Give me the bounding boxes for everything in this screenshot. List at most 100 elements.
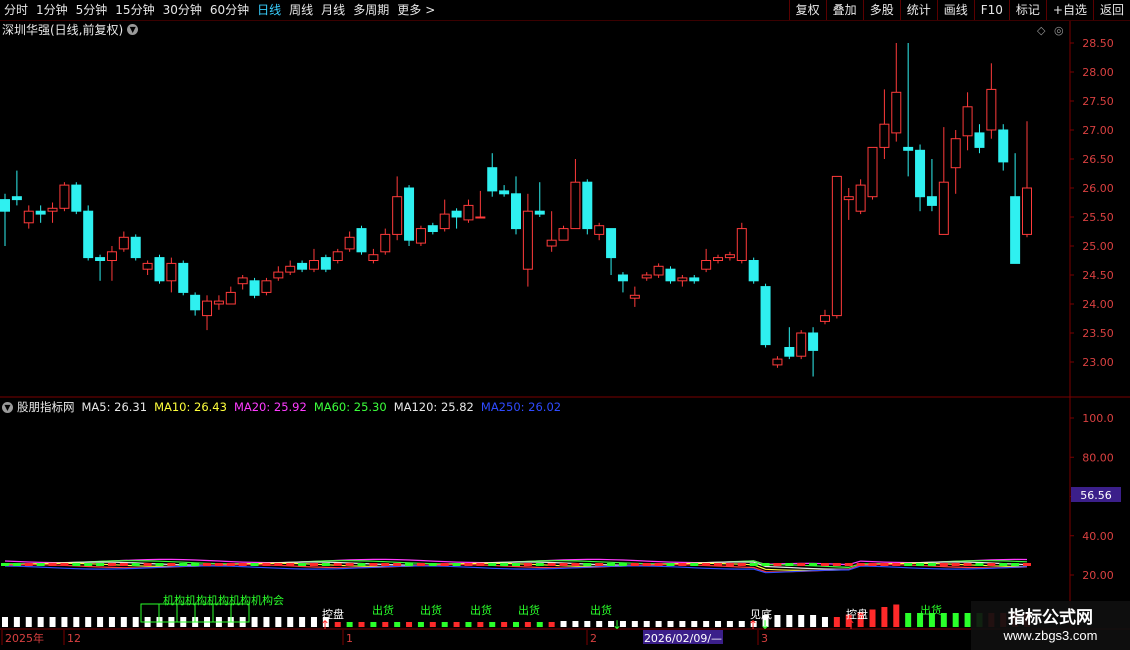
period-tab-4[interactable]: 30分钟 <box>159 0 206 20</box>
signal-bar <box>132 617 139 627</box>
ribbon-bar <box>476 563 485 566</box>
candle[interactable] <box>261 277 272 296</box>
price-tick-label: 26.00 <box>1082 182 1114 195</box>
period-tab-5[interactable]: 60分钟 <box>206 0 253 20</box>
signal-bar <box>299 617 306 627</box>
candle[interactable] <box>736 222 747 264</box>
kline-chart[interactable]: 28.50 28.00 27.50 27.00 26.50 26.00 25.50 25.00… <box>0 0 1130 650</box>
ribbon-bar <box>12 563 21 566</box>
candle[interactable] <box>831 175 842 319</box>
signal-bar <box>524 622 531 627</box>
signal-bar <box>85 617 92 627</box>
candle[interactable] <box>59 182 70 212</box>
signal-bar <box>370 622 377 627</box>
toolbar-button-4[interactable]: 画线 <box>936 0 974 20</box>
circle-icon[interactable]: ◎ <box>1054 24 1064 37</box>
toolbar: 分时 1分钟 5分钟 15分钟 30分钟 60分钟 日线 周线 月线 多周期 更多 > 复权 叠加 多股统… <box>0 0 1130 21</box>
candle[interactable] <box>760 283 771 348</box>
period-tab-2[interactable]: 5分钟 <box>72 0 112 20</box>
signal-bar <box>667 621 674 627</box>
ribbon-bar <box>559 563 568 566</box>
ribbon-bar <box>761 563 770 566</box>
candle[interactable] <box>867 146 878 200</box>
period-tabs: 分时 1分钟 5分钟 15分钟 30分钟 60分钟 日线 周线 月线 多周期 更多 > <box>0 0 439 20</box>
signal-bar <box>441 622 448 627</box>
period-tab-10[interactable]: 更多 <box>393 0 425 20</box>
toolbar-button-6[interactable]: 标记 <box>1008 0 1046 20</box>
signal-bar <box>346 622 353 627</box>
candle[interactable] <box>130 234 141 261</box>
candle[interactable] <box>582 179 593 235</box>
candle[interactable] <box>83 205 94 261</box>
ribbon-bar <box>868 563 877 566</box>
toolbar-button-3[interactable]: 统计 <box>899 0 937 20</box>
period-tab-6[interactable]: 日线 <box>253 0 285 20</box>
ribbon-bar <box>167 563 176 566</box>
period-tab-8[interactable]: 月线 <box>317 0 349 20</box>
period-tab-1[interactable]: 1分钟 <box>32 0 72 20</box>
toolbar-button-2[interactable]: 多股 <box>862 0 900 20</box>
up-arrow-icon: ↑ <box>846 618 856 632</box>
candle[interactable] <box>796 330 807 360</box>
signal-bar <box>13 617 20 627</box>
toolbar-button-8[interactable]: 返回 <box>1092 0 1130 20</box>
signal-bar <box>120 617 127 627</box>
ribbon-bar <box>286 563 295 566</box>
signal-bar <box>905 613 912 627</box>
price-tick-label: 23.50 <box>1082 327 1114 340</box>
signal-bar <box>310 617 317 627</box>
period-tab-9[interactable]: 多周期 <box>349 0 393 20</box>
ribbon-bar <box>226 563 235 566</box>
up-arrow-icon: ↑ <box>320 618 330 632</box>
signal-bar <box>2 617 8 627</box>
down-arrow-icon: ↓ <box>760 618 770 632</box>
signal-bar <box>406 622 413 627</box>
candle[interactable] <box>178 260 189 296</box>
ribbon-bar <box>36 563 45 566</box>
candle[interactable] <box>356 225 367 255</box>
chevron-down-icon[interactable]: ▼ <box>2 401 13 413</box>
ribbon-bar <box>797 563 806 566</box>
period-tab-3[interactable]: 15分钟 <box>111 0 158 20</box>
period-tab-0[interactable]: 分时 <box>0 0 32 20</box>
signal-bar <box>108 617 115 627</box>
indicator-legend: ▼ 股朋指标网 MA5: 26.31 MA10: 26.43 MA20: 25.92… <box>2 399 561 415</box>
price-tick-label: 24.50 <box>1082 269 1114 282</box>
candle[interactable] <box>320 254 331 273</box>
ribbon-bar <box>333 563 342 566</box>
date-label: 3 <box>761 632 768 645</box>
ribbon-bar <box>642 563 651 566</box>
candle[interactable] <box>154 254 165 284</box>
ribbon-bar <box>48 563 57 566</box>
candle[interactable] <box>415 225 426 246</box>
ribbon-bar <box>107 563 116 566</box>
candle[interactable] <box>71 182 82 215</box>
candle[interactable] <box>665 266 676 284</box>
candle[interactable] <box>404 185 415 246</box>
signal-bar <box>465 622 472 627</box>
more-arrow-icon[interactable]: > <box>425 0 439 20</box>
toolbar-button-0[interactable]: 复权 <box>788 0 826 20</box>
ribbon-bar <box>464 563 473 566</box>
ribbon-bar <box>1023 563 1031 566</box>
indicator-item-5: MA250: 26.02 <box>480 400 562 414</box>
signal-bar <box>596 621 603 627</box>
current-value-label: 56.56 <box>1080 489 1112 502</box>
candle[interactable] <box>748 257 759 284</box>
ribbon-bar <box>405 563 414 566</box>
signal-bar <box>513 622 519 627</box>
signal-bar <box>251 617 258 627</box>
ribbon-bar <box>904 563 913 566</box>
ribbon-bar <box>523 563 532 566</box>
toolbar-button-7[interactable]: +自选 <box>1045 0 1093 20</box>
toolbar-button-5[interactable]: F10 <box>973 0 1009 20</box>
toolbar-button-1[interactable]: 叠加 <box>825 0 863 20</box>
ribbon-bar <box>84 563 93 566</box>
chevron-down-icon[interactable]: ▼ <box>127 23 139 35</box>
ribbon-bar <box>321 563 330 566</box>
period-tab-7[interactable]: 周线 <box>285 0 317 20</box>
date-label: 1 <box>346 632 353 645</box>
diamond-icon[interactable]: ◇ <box>1037 24 1046 37</box>
signal-bar <box>952 613 959 627</box>
candle[interactable] <box>249 277 260 299</box>
